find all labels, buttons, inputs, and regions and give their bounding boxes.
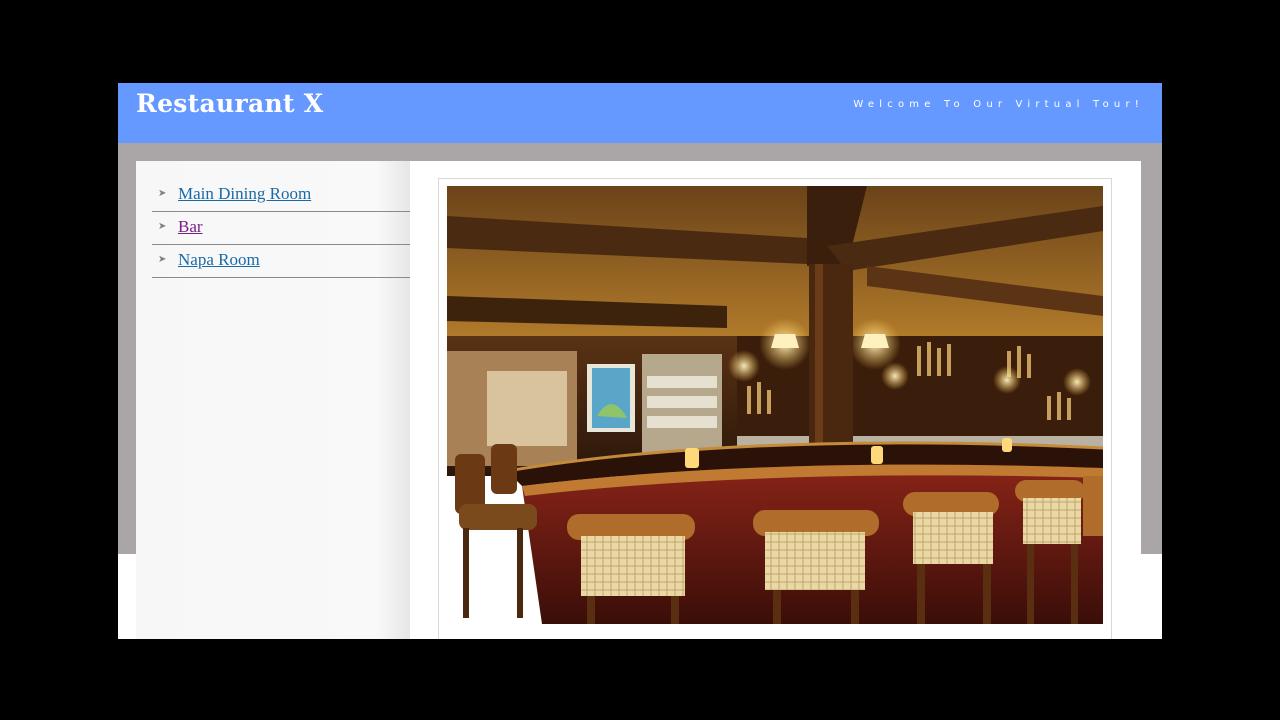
sidebar: ➤ Main Dining Room ➤ Bar ➤ Napa Room xyxy=(136,161,410,639)
main-content xyxy=(410,161,1141,639)
bar-room-photo xyxy=(447,186,1103,624)
site-tagline: Welcome To Our Virtual Tour! xyxy=(853,99,1144,110)
nav-link-bar[interactable]: Bar xyxy=(178,217,203,237)
nav-item-napa-room: ➤ Napa Room xyxy=(152,245,410,278)
nav-link-main-dining-room[interactable]: Main Dining Room xyxy=(178,184,311,204)
arrow-icon: ➤ xyxy=(158,254,167,265)
nav-item-bar: ➤ Bar xyxy=(152,212,410,245)
site-title: Restaurant X xyxy=(136,89,324,118)
room-nav-list: ➤ Main Dining Room ➤ Bar ➤ Napa Room xyxy=(152,179,410,278)
photo-frame xyxy=(438,178,1112,639)
nav-link-napa-room[interactable]: Napa Room xyxy=(178,250,260,270)
page-container: Restaurant X Welcome To Our Virtual Tour… xyxy=(118,83,1162,639)
arrow-icon: ➤ xyxy=(158,188,167,199)
arrow-icon: ➤ xyxy=(158,221,167,232)
site-header: Restaurant X Welcome To Our Virtual Tour… xyxy=(118,83,1162,143)
nav-item-main-dining-room: ➤ Main Dining Room xyxy=(152,179,410,212)
